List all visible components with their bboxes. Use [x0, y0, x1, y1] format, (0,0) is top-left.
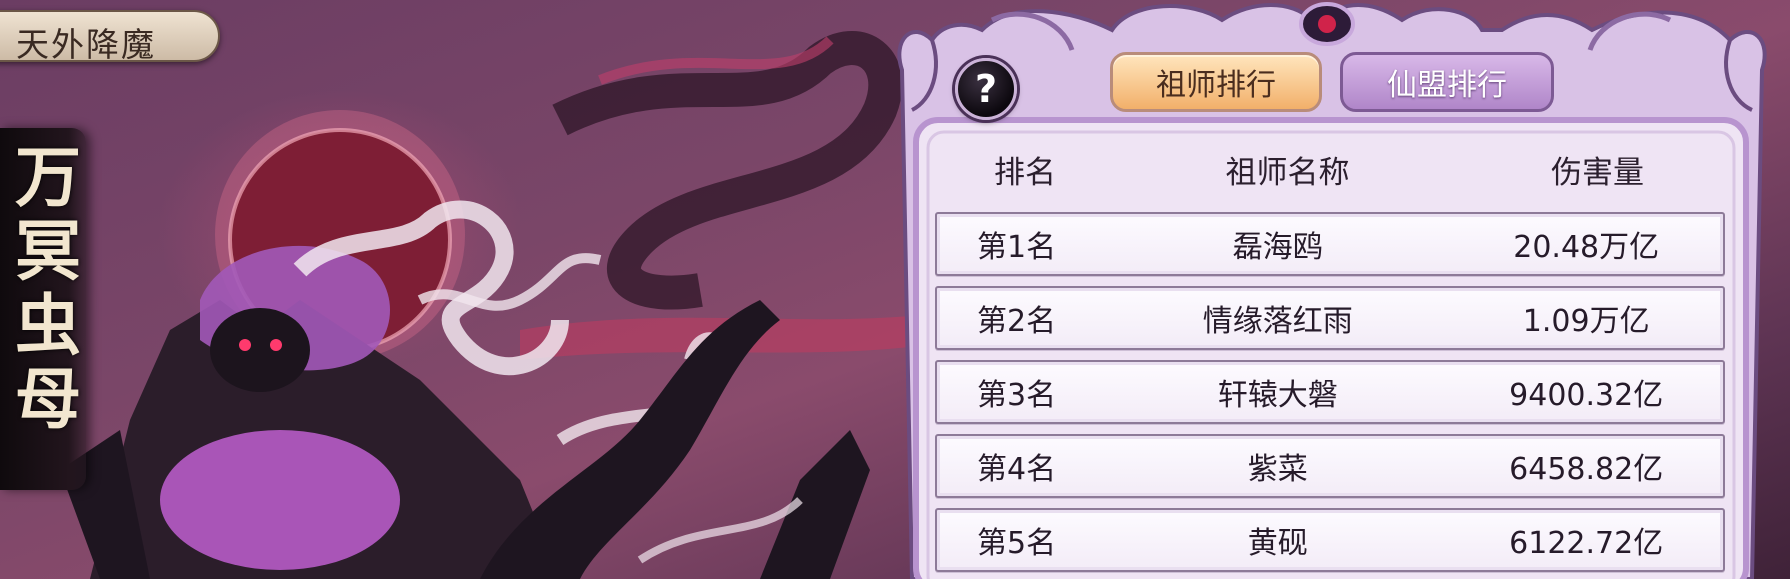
help-button[interactable]: ? [955, 58, 1017, 120]
row-name: 紫菜 [1247, 452, 1308, 487]
tab-master-ranking[interactable]: 祖师排行 [1110, 52, 1322, 112]
row-damage: 6122.72亿 [1509, 526, 1664, 561]
tab-label: 祖师排行 [1156, 68, 1276, 103]
ranking-row[interactable]: 第3名 轩辕大磐 9400.32亿 [935, 360, 1725, 424]
row-damage: 9400.32亿 [1509, 378, 1664, 413]
row-damage: 1.09万亿 [1522, 304, 1650, 339]
event-title: 天外降魔 [16, 25, 156, 64]
tab-label: 仙盟排行 [1387, 68, 1507, 103]
ranking-row[interactable]: 第2名 情缘落红雨 1.09万亿 [935, 286, 1725, 350]
event-title-tag: 天外降魔 [0, 10, 220, 64]
row-name: 磊海鸥 [1232, 230, 1323, 265]
row-rank: 第1名 [977, 230, 1057, 265]
row-rank: 第5名 [977, 526, 1057, 561]
ranking-list[interactable]: 第1名 磊海鸥 20.48万亿 第2名 情缘落红雨 1.09万亿 第3名 轩辕大… [935, 212, 1725, 579]
row-rank: 第4名 [977, 452, 1057, 487]
tab-alliance-ranking[interactable]: 仙盟排行 [1340, 52, 1554, 112]
header-rank: 排名 [994, 154, 1056, 191]
header-name: 祖师名称 [1225, 154, 1350, 191]
boss-name: 万冥虫母 [4, 142, 82, 438]
boss-name-banner: 万冥虫母 [0, 128, 86, 490]
row-rank: 第2名 [977, 304, 1057, 339]
row-name: 轩辕大磐 [1217, 378, 1338, 413]
row-name: 情缘落红雨 [1202, 304, 1353, 339]
ranking-table-header: 排名 祖师名称 伤害量 [935, 146, 1735, 192]
header-damage: 伤害量 [1551, 154, 1644, 191]
row-damage: 6458.82亿 [1509, 452, 1664, 487]
row-rank: 第3名 [977, 378, 1057, 413]
ranking-row[interactable]: 第1名 磊海鸥 20.48万亿 [935, 212, 1725, 276]
row-name: 黄砚 [1247, 526, 1308, 561]
row-damage: 20.48万亿 [1513, 230, 1660, 265]
question-mark-icon: ? [974, 67, 998, 111]
ranking-row[interactable]: 第5名 黄砚 6122.72亿 [935, 508, 1725, 572]
ranking-row[interactable]: 第4名 紫菜 6458.82亿 [935, 434, 1725, 498]
